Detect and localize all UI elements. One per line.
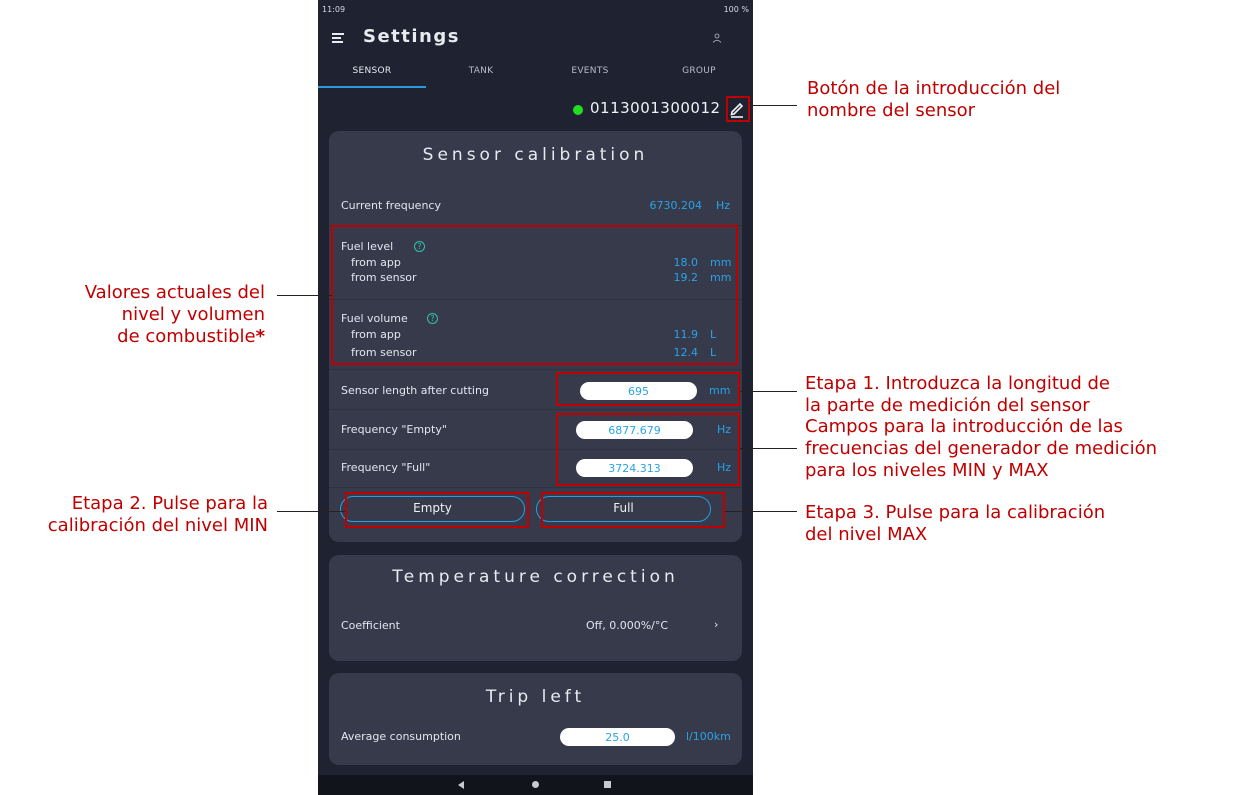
status-time: 11:09 bbox=[322, 5, 346, 14]
leader-line bbox=[740, 391, 797, 392]
current-frequency-unit: Hz bbox=[716, 199, 731, 212]
annotation-step3: Etapa 3. Pulse para la calibración del n… bbox=[805, 502, 1106, 545]
tab-tank[interactable]: TANK bbox=[427, 60, 535, 88]
highlight-full-button bbox=[541, 492, 725, 528]
avg-consumption-label: Average consumption bbox=[341, 730, 461, 743]
system-nav-bar bbox=[318, 775, 753, 795]
recent-apps-icon[interactable] bbox=[604, 781, 611, 788]
leader-line bbox=[725, 511, 797, 512]
current-frequency-label: Current frequency bbox=[341, 199, 441, 212]
tab-bar: SENSOR TANK EVENTS GROUP bbox=[318, 60, 753, 88]
status-battery: 100 % bbox=[723, 5, 749, 14]
annotation-current-values: Valores actuales del nivel y volumen de … bbox=[84, 282, 265, 347]
menu-icon[interactable] bbox=[332, 33, 344, 43]
avg-consumption-input[interactable] bbox=[560, 728, 675, 746]
temperature-correction-card: Temperature correction Coefficient Off, … bbox=[329, 555, 742, 661]
annotation-frequency-fields: Campos para la introducción de las frecu… bbox=[805, 416, 1158, 481]
sensor-id: 0113001300012 bbox=[590, 99, 721, 117]
tab-events[interactable]: EVENTS bbox=[536, 60, 644, 88]
coefficient-value[interactable]: Off, 0.000%/°C bbox=[586, 619, 668, 632]
divider bbox=[329, 487, 742, 488]
page-title: Settings bbox=[363, 26, 460, 47]
temperature-title: Temperature correction bbox=[392, 567, 679, 587]
profile-icon[interactable] bbox=[712, 33, 722, 43]
highlight-sensor-length bbox=[556, 372, 740, 406]
status-bar: 11:09 100 % bbox=[318, 0, 753, 20]
app-bar: Settings bbox=[318, 20, 753, 58]
leader-line bbox=[277, 511, 345, 512]
trip-left-card: Trip left Average consumption l/100km bbox=[329, 673, 742, 765]
tab-sensor[interactable]: SENSOR bbox=[318, 60, 426, 88]
sensor-length-label: Sensor length after cutting bbox=[341, 384, 489, 397]
coefficient-label: Coefficient bbox=[341, 619, 400, 632]
tab-group[interactable]: GROUP bbox=[645, 60, 753, 88]
divider bbox=[329, 409, 742, 410]
highlight-frequencies bbox=[556, 413, 740, 486]
annotation-step1: Etapa 1. Introduzca la longitud de la pa… bbox=[805, 373, 1110, 416]
leader-line bbox=[277, 295, 332, 296]
current-frequency-value: 6730.204 bbox=[649, 199, 703, 212]
sensor-id-row: 0113001300012 bbox=[318, 97, 753, 121]
connection-status-dot bbox=[573, 105, 583, 115]
leader-line bbox=[750, 105, 797, 106]
avg-consumption-unit: l/100km bbox=[686, 730, 731, 743]
chevron-right-icon[interactable]: › bbox=[714, 618, 718, 631]
trip-title: Trip left bbox=[485, 687, 586, 707]
divider bbox=[329, 369, 742, 370]
freq-empty-label: Frequency "Empty" bbox=[341, 423, 447, 436]
annotation-edit-name: Botón de la introducción del nombre del … bbox=[807, 78, 1061, 121]
back-icon[interactable] bbox=[458, 781, 464, 789]
highlight-empty-button bbox=[345, 492, 529, 528]
annotation-step2: Etapa 2. Pulse para la calibración del n… bbox=[47, 493, 268, 536]
freq-full-label: Frequency "Full" bbox=[341, 461, 431, 474]
home-icon[interactable] bbox=[532, 781, 539, 788]
highlight-current-values bbox=[331, 225, 738, 365]
leader-line bbox=[740, 448, 797, 449]
highlight-edit-button bbox=[726, 96, 750, 122]
calibration-title: Sensor calibration bbox=[422, 145, 649, 165]
